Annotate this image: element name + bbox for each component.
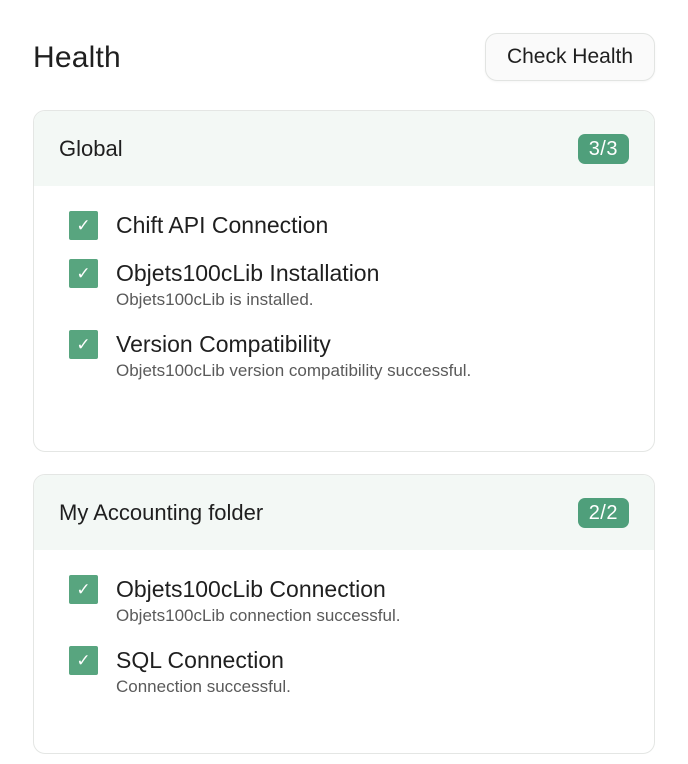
check-item-objets100clib-connection: ✓ Objets100cLib Connection Objets100cLib… xyxy=(69,574,654,627)
check-item-title: Version Compatibility xyxy=(116,331,331,357)
check-item-objets100clib-installation: ✓ Objets100cLib Installation Objets100cL… xyxy=(69,258,654,311)
check-item-chift-api-connection: ✓ Chift API Connection xyxy=(69,210,654,240)
check-item-title: Chift API Connection xyxy=(116,212,329,238)
check-icon: ✓ xyxy=(69,259,98,288)
page-title: Health xyxy=(33,41,121,74)
status-badge: 2/2 xyxy=(577,497,629,528)
check-health-button[interactable]: Check Health xyxy=(484,33,655,81)
accounting-folder-section-header: My Accounting folder 2/2 xyxy=(34,475,654,550)
accounting-folder-section: My Accounting folder 2/2 ✓ Objets100cLib… xyxy=(33,474,655,754)
global-section: Global 3/3 ✓ Chift API Connection ✓ Obje… xyxy=(33,110,655,452)
check-item-subtitle: Objets100cLib is installed. xyxy=(116,290,314,309)
check-item-title: SQL Connection xyxy=(116,647,284,673)
health-header: Health Check Health xyxy=(33,32,655,82)
check-icon: ✓ xyxy=(69,646,98,675)
check-item-version-compatibility: ✓ Version Compatibility Objets100cLib ve… xyxy=(69,329,654,382)
check-icon: ✓ xyxy=(69,211,98,240)
check-item-title: Objets100cLib Connection xyxy=(116,576,386,602)
check-icon: ✓ xyxy=(69,330,98,359)
check-icon: ✓ xyxy=(69,575,98,604)
section-title: My Accounting folder xyxy=(59,499,264,525)
check-list: ✓ Chift API Connection ✓ Objets100cLib I… xyxy=(34,186,654,382)
global-section-header: Global 3/3 xyxy=(34,111,654,186)
check-item-subtitle: Connection successful. xyxy=(116,677,291,696)
section-title: Global xyxy=(59,135,123,161)
health-page: Health Check Health Global 3/3 ✓ Chift A… xyxy=(0,0,688,764)
check-list: ✓ Objets100cLib Connection Objets100cLib… xyxy=(34,550,654,698)
check-item-sql-connection: ✓ SQL Connection Connection successful. xyxy=(69,645,654,698)
check-item-title: Objets100cLib Installation xyxy=(116,260,380,286)
check-item-subtitle: Objets100cLib version compatibility succ… xyxy=(116,361,472,380)
status-badge: 3/3 xyxy=(577,133,629,164)
check-item-subtitle: Objets100cLib connection successful. xyxy=(116,606,401,625)
